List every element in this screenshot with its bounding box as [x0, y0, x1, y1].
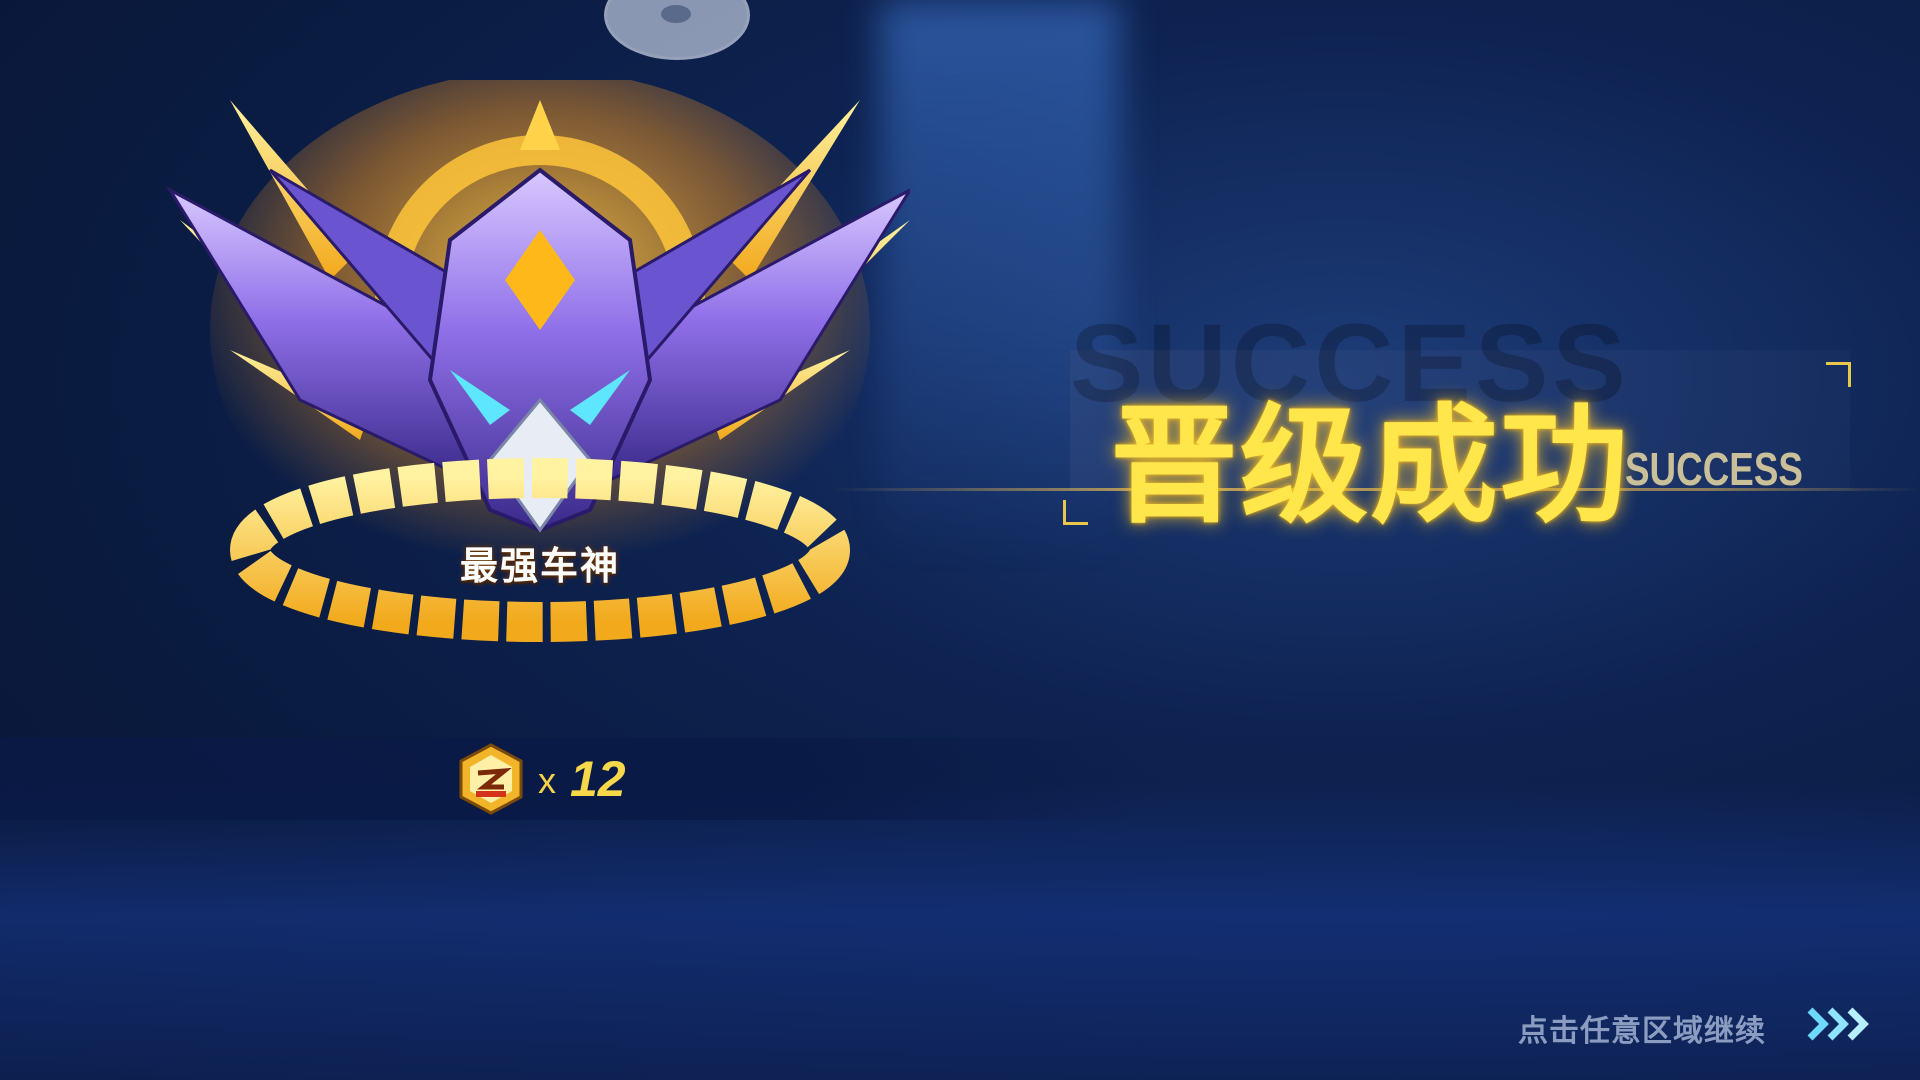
- rank-coin-icon: [459, 743, 523, 815]
- reward-multiplier: x: [538, 760, 556, 801]
- triple-chevron-right-icon[interactable]: [1806, 1004, 1874, 1044]
- success-subtitle: SUCCESS: [1625, 443, 1803, 495]
- banner-corner-top-right: [1826, 362, 1851, 387]
- avatar: [604, 0, 750, 60]
- success-title: 晋级成功: [1110, 392, 1631, 541]
- banner-corner-bottom-left: [1063, 500, 1088, 525]
- continue-prompt[interactable]: 点击任意区域继续: [1518, 1006, 1766, 1050]
- reward-count: 12: [570, 751, 626, 807]
- rank-name: 最强车神: [459, 544, 620, 588]
